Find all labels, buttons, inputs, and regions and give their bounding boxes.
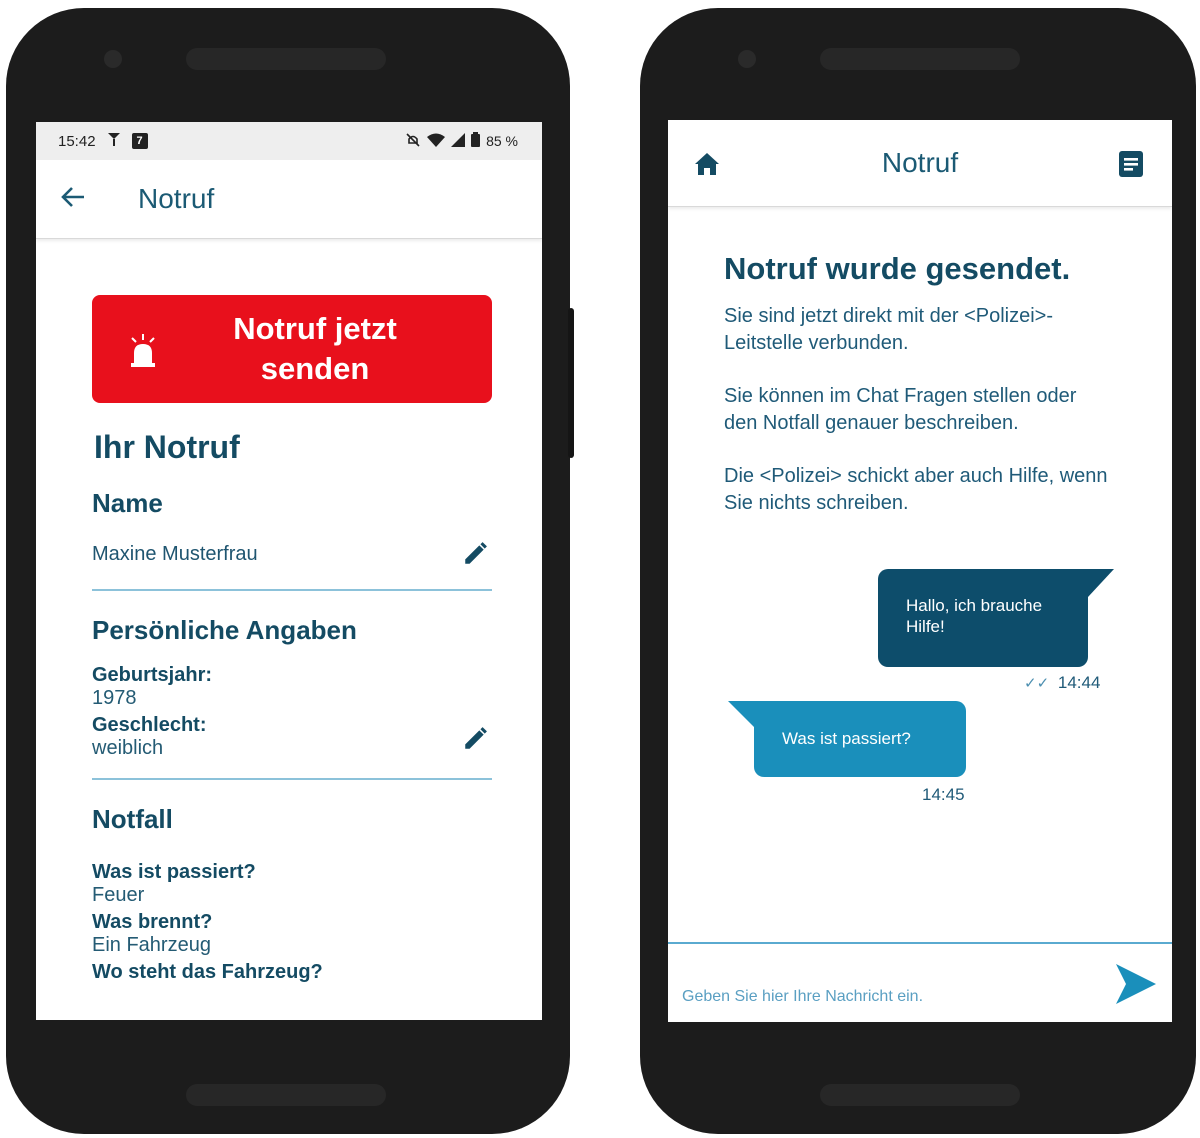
section-heading: Ihr Notruf [94, 429, 240, 465]
outgoing-time-row: ✓✓ 14:44 [1024, 673, 1100, 693]
personal-details: Geburtsjahr: 1978 Geschlecht: weiblich [92, 664, 492, 760]
signal-icon [451, 132, 466, 150]
confirmation-title: Notruf wurde gesendet. [724, 251, 1071, 286]
double-check-icon: ✓✓ [1024, 675, 1050, 692]
phone-left: 15:42 7 85 % Notruf Notruf jetzt senden … [6, 8, 574, 1134]
divider [92, 778, 492, 780]
name-value: Maxine Musterfrau [92, 542, 258, 565]
name-title: Name [92, 488, 163, 518]
app-bar: Notruf [668, 120, 1172, 207]
q1-label: Was ist passiert? [92, 861, 256, 883]
battery-icon [471, 132, 481, 150]
screen-right: Notruf Notruf wurde gesendet. Sie sind j… [668, 120, 1172, 1022]
phone-right: Notruf Notruf wurde gesendet. Sie sind j… [640, 8, 1196, 1134]
siren-icon [131, 334, 155, 367]
message-input[interactable]: Geben Sie hier Ihre Nachricht ein. [682, 988, 923, 1006]
divider [92, 589, 492, 591]
outgoing-time: 14:44 [1057, 673, 1101, 692]
chat-thread: Hallo, ich brauche Hilfe! ✓✓ 14:44 Was i… [668, 517, 1172, 804]
screen-left: 15:42 7 85 % Notruf Notruf jetzt senden … [36, 122, 542, 1020]
antenna-icon [106, 131, 122, 151]
personal-title: Persönliche Angaben [92, 615, 357, 645]
mute-icon [405, 132, 421, 151]
gender-label: Geschlecht: [92, 714, 207, 736]
message-composer[interactable]: Geben Sie hier Ihre Nachricht ein. [668, 942, 1172, 1022]
pencil-icon[interactable] [462, 541, 488, 567]
birth-label: Geburtsjahr: [92, 664, 213, 686]
confirmation-panel: Notruf wurde gesendet. Sie sind jetzt di… [668, 251, 1172, 517]
earpiece-speaker [186, 48, 386, 70]
status-time: 15:42 [58, 132, 96, 150]
birth-value: 1978 [92, 687, 137, 709]
page-title: Notruf [881, 147, 959, 178]
page-title: Notruf [138, 183, 215, 214]
bottom-speaker [186, 1084, 386, 1106]
document-icon[interactable] [1118, 150, 1144, 178]
confirmation-text: Die <Polizei> schickt aber auch Hilfe, w… [724, 465, 1108, 514]
emergency-title: Notfall [92, 804, 173, 834]
incoming-time: 14:45 [922, 785, 965, 804]
app-bar: Notruf [36, 160, 542, 239]
pencil-icon[interactable] [462, 726, 488, 752]
home-icon[interactable] [694, 152, 720, 176]
arrow-left-icon[interactable] [60, 185, 100, 213]
confirmation-text: Sie können im Chat Fragen stellen oder d… [724, 385, 1077, 434]
outgoing-message: Hallo, ich brauche Hilfe! [878, 569, 1114, 667]
side-button [568, 308, 574, 458]
calendar-icon: 7 [131, 133, 148, 149]
q2-value: Ein Fahrzeug [92, 934, 211, 956]
wifi-icon [427, 133, 446, 150]
q3-label: Wo steht das Fahrzeug? [92, 961, 323, 983]
q1-value: Feuer [92, 884, 145, 906]
gender-value: weiblich [92, 737, 164, 759]
emergency-details: Was ist passiert? Feuer Was brennt? Ein … [92, 861, 492, 984]
name-row: Maxine Musterfrau [92, 541, 492, 567]
bottom-speaker [820, 1084, 1020, 1106]
battery-percent: 85 % [486, 133, 518, 149]
front-camera [104, 50, 122, 68]
status-bar: 15:42 7 85 % [36, 122, 542, 160]
send-icon[interactable] [1114, 962, 1158, 1006]
q2-label: Was brennt? [92, 911, 213, 933]
emergency-form: Notruf jetzt senden Ihr Notruf Name Maxi… [36, 295, 542, 984]
incoming-message: Was ist passiert? [728, 701, 966, 777]
front-camera [738, 50, 756, 68]
send-emergency-button[interactable]: Notruf jetzt senden [92, 295, 492, 403]
confirmation-text: Sie sind jetzt direkt mit der <Polizei>-… [724, 305, 1054, 354]
earpiece-speaker [820, 48, 1020, 70]
